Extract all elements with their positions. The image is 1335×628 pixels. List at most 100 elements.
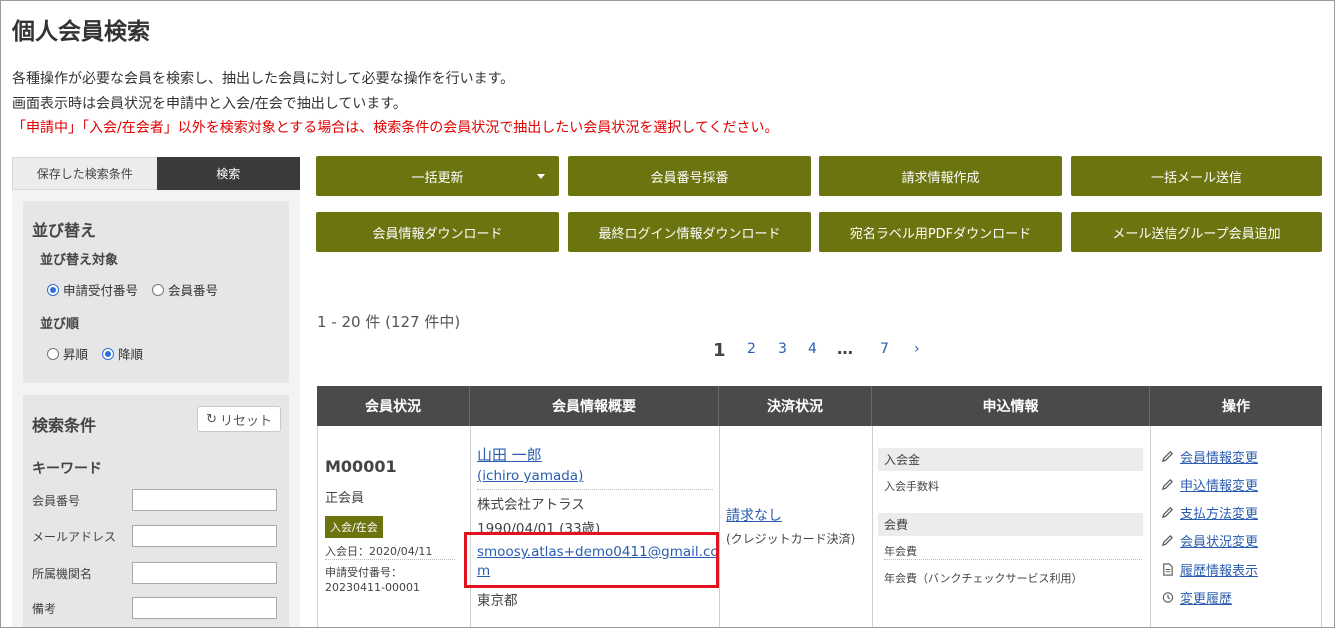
window-frame: 個人会員検索 各種操作が必要な会員を検索し、抽出した会員に対して必要な操作を行い… [0, 0, 1335, 628]
op-edit-payment[interactable]: 支払方法変更 [1161, 503, 1258, 522]
download-member-button[interactable]: 会員情報ダウンロード [316, 212, 559, 252]
radio-member-number-label: 会員番号 [168, 283, 219, 298]
download-login-button[interactable]: 最終ログイン情報ダウンロード [568, 212, 811, 252]
bulk-mail-button[interactable]: 一括メール送信 [1071, 156, 1322, 196]
email-input[interactable] [132, 525, 277, 547]
caret-down-icon [537, 174, 545, 179]
join-date: 入会日：2020/04/11 [325, 543, 455, 560]
history-icon [1162, 592, 1174, 603]
note-field-row: 備考 [32, 597, 280, 619]
cell-summary: 山田 一郎 (ichiro yamada) 株式会社アトラス 1990/04/0… [470, 426, 719, 627]
pencil-icon [1161, 535, 1173, 547]
fee-item-annual: 年会費 [884, 543, 1142, 560]
member-number: M00001 [325, 457, 397, 476]
op-edit-application-label[interactable]: 申込情報変更 [1180, 475, 1258, 494]
payment-method: (クレジットカード決済) [726, 532, 856, 546]
search-conditions-title: 検索条件 [32, 416, 97, 435]
page-link-2[interactable]: 2 [747, 341, 756, 357]
order-options: 昇順 降順 [47, 344, 143, 363]
op-history-info-label[interactable]: 履歴情報表示 [1180, 560, 1258, 579]
reset-icon: ↻ [206, 411, 217, 427]
col-header-payment: 決済状況 [719, 386, 872, 426]
note-input[interactable] [132, 597, 277, 619]
member-number-label: 会員番号 [32, 493, 81, 508]
op-edit-member-label[interactable]: 会員情報変更 [1180, 447, 1258, 466]
result-count: 1 - 20 件 (127 件中) [317, 313, 461, 331]
radio-app-number[interactable] [47, 283, 59, 296]
create-invoice-button[interactable]: 請求情報作成 [819, 156, 1062, 196]
radio-member-number[interactable] [152, 283, 165, 296]
email-label: メールアドレス [32, 529, 117, 544]
pencil-icon [1161, 479, 1173, 491]
radio-asc[interactable] [47, 347, 59, 360]
description-line-2: 画面表示時は会員状況を申請中と入会/在会で抽出しています。 [12, 96, 407, 112]
op-edit-application[interactable]: 申込情報変更 [1161, 475, 1258, 494]
cell-payment: 請求なし (クレジットカード決済) [719, 426, 872, 627]
member-number-field-row: 会員番号 [32, 489, 280, 511]
pencil-icon [1161, 451, 1173, 463]
add-mail-group-button[interactable]: メール送信グループ会員追加 [1071, 212, 1322, 252]
note-label: 備考 [32, 601, 57, 616]
cell-status: M00001 正会員 入会/在会 入会日：2020/04/11 申請受付番号： … [317, 426, 470, 627]
sort-title: 並び替え [32, 221, 97, 240]
member-roman-name-link[interactable]: (ichiro yamada) [477, 468, 583, 484]
bulk-update-label: 一括更新 [411, 170, 464, 186]
description-line-1: 各種操作が必要な会員を検索し、抽出した会員に対して必要な操作を行います。 [12, 71, 515, 87]
op-change-history[interactable]: 変更履歴 [1161, 588, 1232, 607]
page-link-4[interactable]: 4 [808, 341, 817, 357]
op-change-history-label[interactable]: 変更履歴 [1180, 588, 1232, 607]
order-label: 並び順 [40, 317, 80, 332]
member-type: 正会員 [325, 491, 365, 506]
col-header-summary: 会員情報概要 [470, 386, 719, 426]
radio-desc[interactable] [102, 347, 115, 360]
op-edit-status-label[interactable]: 会員状況変更 [1180, 531, 1258, 550]
org-label: 所属機関名 [32, 566, 93, 581]
keyword-label: キーワード [32, 461, 102, 477]
op-edit-payment-label[interactable]: 支払方法変更 [1180, 503, 1258, 522]
op-edit-status[interactable]: 会員状況変更 [1161, 531, 1258, 550]
page-link-7[interactable]: 7 [880, 341, 889, 357]
fee-item-annual-bank: 年会費（バンクチェックサービス利用） [884, 572, 1083, 585]
payment-status-link[interactable]: 請求なし [726, 505, 782, 525]
email-highlight-box [464, 532, 719, 588]
sidebar-tabs: 保存した検索条件 検索 [12, 157, 300, 190]
page-title: 個人会員検索 [12, 19, 150, 45]
sort-target-options: 申請受付番号 会員番号 [47, 280, 218, 299]
email-field-row: メールアドレス [32, 525, 280, 547]
page-ellipsis: … [837, 339, 853, 358]
op-history-info[interactable]: 履歴情報表示 [1161, 560, 1258, 579]
divider [477, 489, 713, 490]
search-sidebar: 保存した検索条件 検索 並び替え 並び替え対象 申請受付番号 会員番号 並び順 … [12, 157, 300, 627]
col-header-operations: 操作 [1150, 386, 1322, 426]
reset-button-label: リセット [219, 413, 272, 429]
assign-number-button[interactable]: 会員番号採番 [568, 156, 811, 196]
status-badge: 入会/在会 [325, 516, 383, 538]
fee-group-annual: 会費 [878, 513, 1143, 536]
pencil-icon [1161, 507, 1173, 519]
tab-saved-conditions[interactable]: 保存した検索条件 [12, 157, 157, 190]
org-field-row: 所属機関名 [32, 562, 280, 584]
col-header-application: 申込情報 [872, 386, 1150, 426]
page-next[interactable]: › [914, 341, 920, 357]
radio-asc-label: 昇順 [63, 347, 89, 362]
fee-item-entry: 入会手数料 [884, 480, 939, 493]
tab-search[interactable]: 検索 [156, 157, 300, 190]
bulk-update-button[interactable]: 一括更新 [316, 156, 559, 196]
col-header-status: 会員状況 [317, 386, 470, 426]
download-label-pdf-button[interactable]: 宛名ラベル用PDFダウンロード [819, 212, 1062, 252]
company-name: 株式会社アトラス [477, 497, 585, 513]
org-input[interactable] [132, 562, 277, 584]
fee-group-entry: 入会金 [878, 448, 1143, 471]
prefecture: 東京都 [477, 593, 518, 609]
description-warning: 「申請中」「入会/在会者」以外を検索対象とする場合は、検索条件の会員状況で抽出し… [12, 120, 779, 136]
reset-button[interactable]: ↻ リセット [197, 406, 281, 432]
document-icon [1163, 563, 1173, 576]
page-current: 1 [713, 340, 726, 361]
radio-app-number-label: 申請受付番号 [63, 283, 139, 298]
app-number-label: 申請受付番号： [325, 566, 402, 579]
cell-operations: 会員情報変更 申込情報変更 支払方法変更 会員状況変更 履歴情報表示 変更履歴 [1150, 426, 1322, 627]
member-number-input[interactable] [132, 489, 277, 511]
page-link-3[interactable]: 3 [778, 341, 787, 357]
member-name-link[interactable]: 山田 一郎 [477, 444, 542, 465]
op-edit-member[interactable]: 会員情報変更 [1161, 447, 1258, 466]
